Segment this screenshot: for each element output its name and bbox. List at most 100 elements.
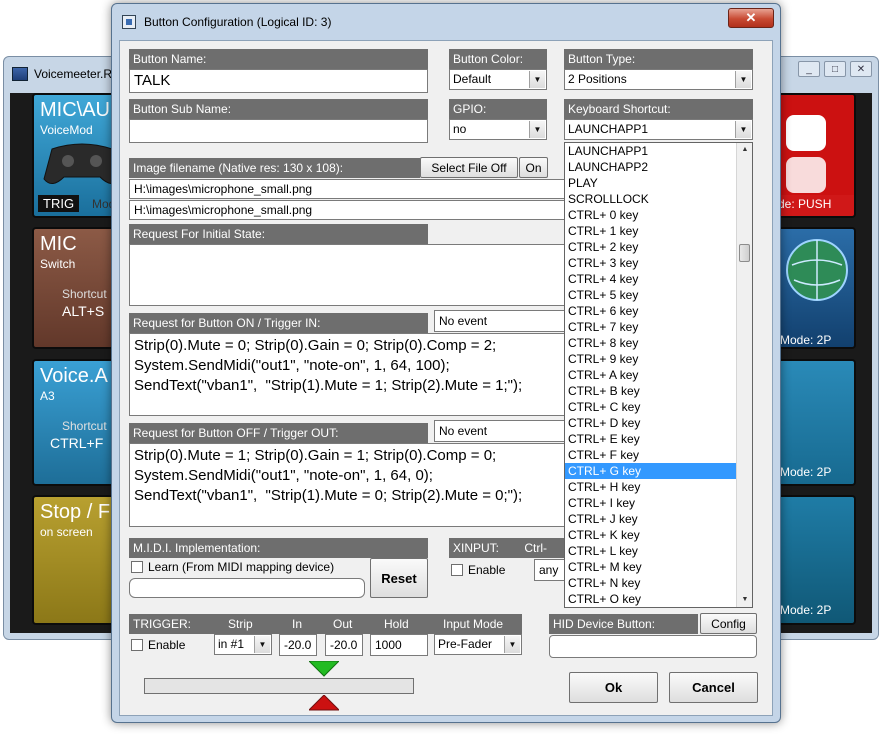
script-line: Strip(0).Mute = 0; Strip(0).Gain = 0; St…: [134, 337, 497, 354]
trigger-off-marker-icon[interactable]: [309, 695, 339, 711]
button-on-script-textarea[interactable]: Strip(0).Mute = 0; Strip(0).Gain = 0; St…: [129, 333, 565, 416]
dropdown-option[interactable]: CTRL+ O key: [565, 591, 737, 607]
dropdown-option[interactable]: CTRL+ 5 key: [565, 287, 737, 303]
close-button[interactable]: ✕: [850, 61, 872, 77]
dropdown-option[interactable]: CTRL+ N key: [565, 575, 737, 591]
minimize-button[interactable]: _: [798, 61, 820, 77]
dropdown-option[interactable]: PLAY: [565, 175, 737, 191]
dropdown-option[interactable]: CTRL+ 7 key: [565, 319, 737, 335]
cancel-button[interactable]: Cancel: [669, 672, 758, 703]
macro-button-youtube[interactable]: de: PUSH: [776, 93, 856, 218]
trigger-strip-select[interactable]: in #1 ▼: [214, 634, 272, 655]
macro-button-mic-audio[interactable]: MIC\AU VoiceMod TRIG Mod: [32, 93, 120, 218]
button-color-select[interactable]: Default ▼: [449, 69, 547, 90]
checkbox-box[interactable]: [131, 639, 143, 651]
checkbox-box[interactable]: [131, 561, 143, 573]
macro-button-right-3[interactable]: Mode: 2P: [776, 359, 856, 486]
dropdown-option[interactable]: CTRL+ 8 key: [565, 335, 737, 351]
macro-button-right-4[interactable]: Mode: 2P: [776, 495, 856, 625]
dropdown-option[interactable]: CTRL+ 6 key: [565, 303, 737, 319]
tile-mode: Mode: 2P: [780, 333, 832, 347]
image-file-on-path[interactable]: H:\images\microphone_small.png: [129, 200, 565, 220]
dialog-close-button[interactable]: ✕: [728, 8, 774, 28]
midi-mapping-field[interactable]: [129, 578, 365, 598]
dropdown-option[interactable]: CTRL+ H key: [565, 479, 737, 495]
button-off-script-textarea[interactable]: Strip(0).Mute = 1; Strip(0).Gain = 1; St…: [129, 443, 565, 527]
dropdown-option[interactable]: SCROLLLOCK: [565, 191, 737, 207]
dropdown-scrollbar[interactable]: ▲ ▼: [736, 143, 752, 607]
gpio-select[interactable]: no ▼: [449, 119, 547, 140]
select-file-on-button[interactable]: On: [519, 157, 548, 178]
trigger-enable-checkbox[interactable]: Enable: [131, 638, 185, 652]
dropdown-option[interactable]: CTRL+ M key: [565, 559, 737, 575]
dropdown-option[interactable]: CTRL+ K key: [565, 527, 737, 543]
dropdown-option[interactable]: CTRL+ 2 key: [565, 239, 737, 255]
dropdown-option[interactable]: CTRL+ C key: [565, 399, 737, 415]
dropdown-option[interactable]: CTRL+ B key: [565, 383, 737, 399]
script-line: SendText("vban1", "Strip(1).Mute = 0; St…: [134, 487, 523, 504]
trigger-level-bar[interactable]: [144, 678, 414, 694]
window-controls: _ □ ✕: [798, 61, 872, 77]
dropdown-option[interactable]: CTRL+ A key: [565, 367, 737, 383]
initial-state-textarea[interactable]: [129, 244, 565, 306]
chevron-down-icon[interactable]: ▼: [254, 636, 270, 653]
button-off-event-field[interactable]: No event: [434, 420, 565, 442]
scroll-down-icon[interactable]: ▼: [737, 593, 752, 607]
xinput-label: XINPUT: Ctrl-: [449, 538, 565, 558]
hid-config-button[interactable]: Config: [700, 613, 757, 634]
trigger-hold-field[interactable]: 1000: [370, 634, 428, 656]
dropdown-option[interactable]: CTRL+ 0 key: [565, 207, 737, 223]
button-name-input[interactable]: TALK: [129, 69, 428, 93]
macro-button-globe[interactable]: Mode: 2P: [776, 227, 856, 349]
image-file-off-path[interactable]: H:\images\microphone_small.png: [129, 179, 565, 199]
chevron-down-icon[interactable]: ▼: [504, 636, 520, 653]
trigger-in-field[interactable]: -20.0: [279, 634, 317, 656]
ok-button[interactable]: Ok: [569, 672, 658, 703]
macro-button-stop[interactable]: Stop / F on screen: [32, 495, 120, 625]
button-sub-name-input[interactable]: [129, 119, 428, 143]
xinput-enable-checkbox[interactable]: Enable: [451, 563, 505, 577]
maximize-button[interactable]: □: [824, 61, 846, 77]
button-on-event-field[interactable]: No event: [434, 310, 565, 332]
trigger-out-field[interactable]: -20.0: [325, 634, 363, 656]
checkbox-box[interactable]: [451, 564, 463, 576]
chevron-down-icon[interactable]: ▼: [735, 71, 751, 88]
dropdown-option[interactable]: CTRL+ I key: [565, 495, 737, 511]
hid-device-field[interactable]: [549, 635, 757, 658]
dropdown-option[interactable]: CTRL+ F key: [565, 447, 737, 463]
dropdown-option[interactable]: CTRL+ G key: [565, 463, 737, 479]
keyboard-shortcut-dropdown-list[interactable]: LAUNCHAPP1 LAUNCHAPP2 PLAY SCROLLLOCK CTRL+ …: [564, 142, 753, 608]
scrollbar-thumb[interactable]: [739, 244, 750, 262]
chevron-down-icon[interactable]: ▼: [529, 121, 545, 138]
dropdown-option[interactable]: LAUNCHAPP2: [565, 159, 737, 175]
xinput-ctrl-field[interactable]: any: [534, 559, 565, 581]
dropdown-option[interactable]: CTRL+ 3 key: [565, 255, 737, 271]
dropdown-option[interactable]: CTRL+ 4 key: [565, 271, 737, 287]
scroll-up-icon[interactable]: ▲: [737, 143, 752, 157]
macro-button-mic-switch[interactable]: MIC Switch Shortcut ALT+S: [32, 227, 120, 349]
dropdown-items: LAUNCHAPP1 LAUNCHAPP2 PLAY SCROLLLOCK CTRL+ …: [565, 143, 752, 607]
chevron-down-icon[interactable]: ▼: [735, 121, 751, 138]
dropdown-option[interactable]: CTRL+ L key: [565, 543, 737, 559]
tile-shortcut-label: Shortcut: [62, 287, 107, 301]
midi-reset-button[interactable]: Reset: [370, 558, 428, 598]
dropdown-option[interactable]: CTRL+ J key: [565, 511, 737, 527]
select-file-off-button[interactable]: Select File Off: [420, 157, 518, 178]
tile-title: Voice.A: [40, 365, 108, 387]
dropdown-option[interactable]: CTRL+ 1 key: [565, 223, 737, 239]
dropdown-option[interactable]: CTRL+ D key: [565, 415, 737, 431]
trigger-on-marker-icon[interactable]: [309, 661, 339, 677]
button-type-select[interactable]: 2 Positions ▼: [564, 69, 753, 90]
keyboard-shortcut-select[interactable]: LAUNCHAPP1 ▼: [564, 119, 753, 140]
tile-badge: TRIG: [38, 195, 80, 212]
midi-learn-checkbox[interactable]: Learn (From MIDI mapping device): [131, 560, 334, 574]
trigger-input-mode-select[interactable]: Pre-Fader ▼: [434, 634, 522, 655]
trigger-col-out: Out: [333, 617, 353, 631]
dropdown-option[interactable]: CTRL+ 9 key: [565, 351, 737, 367]
xinput-title: XINPUT:: [453, 541, 500, 555]
trigger-col-in: In: [292, 617, 303, 631]
macro-button-voice-a[interactable]: Voice.A A3 Shortcut CTRL+F: [32, 359, 120, 486]
chevron-down-icon[interactable]: ▼: [529, 71, 545, 88]
dropdown-option[interactable]: CTRL+ E key: [565, 431, 737, 447]
dropdown-option[interactable]: LAUNCHAPP1: [565, 143, 737, 159]
